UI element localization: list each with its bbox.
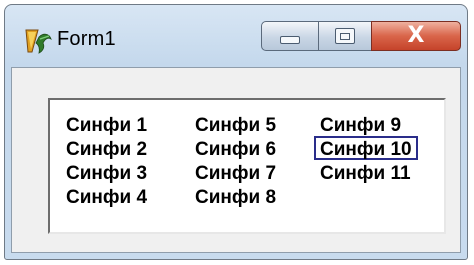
minimize-button[interactable] [261,21,319,51]
list-item[interactable]: Синфи 6 [189,136,282,160]
list-item[interactable]: Синфи 8 [189,184,282,208]
list-item[interactable]: Синфи 2 [60,136,153,160]
list-item[interactable]: Синфи 5 [189,112,282,136]
window-title: Form1 [57,28,116,50]
list-item[interactable]: Синфи 1 [60,112,153,136]
listbox-column-1: Синфи 1 Синфи 2 Синфи 3 Синфи 4 [64,112,153,208]
list-item[interactable]: Синфи 11 [314,160,418,184]
close-button[interactable]: X [371,21,461,51]
listbox-column-3: Синфи 9 Синфи 10 Синфи 11 [314,112,418,184]
close-icon: X [407,23,425,48]
list-item[interactable]: Синфи 4 [60,184,153,208]
class-listbox[interactable]: Синфи 1 Синфи 2 Синфи 3 Синфи 4 Синфи 5 … [48,98,446,234]
list-item-focused[interactable]: Синфи 10 [314,136,418,160]
title-bar[interactable]: Form1 X [5,5,467,67]
maximize-icon [335,28,355,44]
maximize-button[interactable] [318,21,372,51]
minimize-icon [280,36,300,44]
list-item[interactable]: Синфи 3 [60,160,153,184]
list-item[interactable]: Синфи 9 [314,112,418,136]
delphi-app-icon[interactable] [23,27,53,55]
list-item[interactable]: Синфи 7 [189,160,282,184]
listbox-column-2: Синфи 5 Синфи 6 Синфи 7 Синфи 8 [193,112,282,208]
